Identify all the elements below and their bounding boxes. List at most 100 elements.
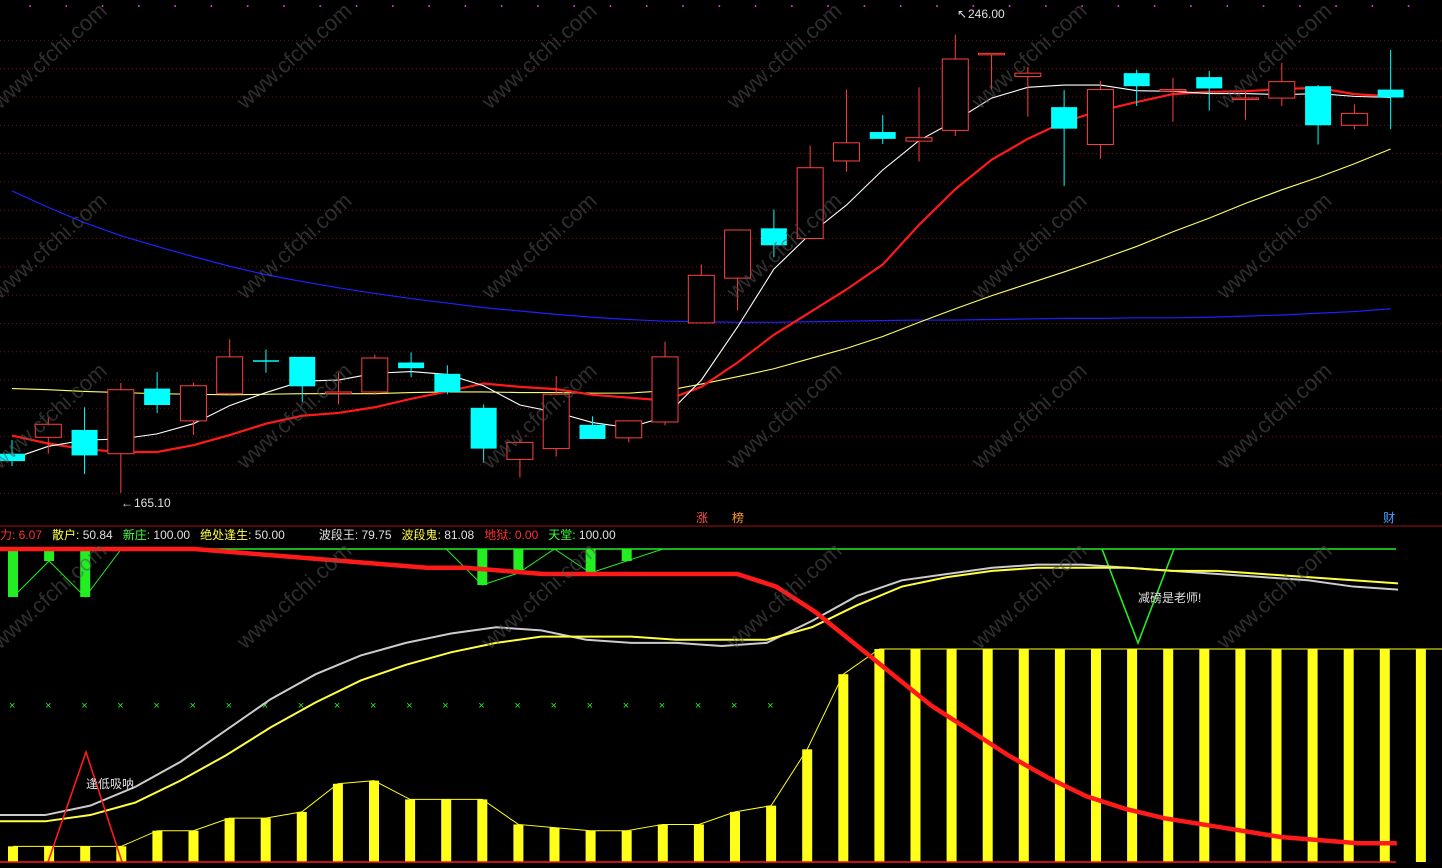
main-gridlines: [0, 5, 1442, 494]
watermark-layer: www.cfchi.com www.cfchi.com www.cfchi.com w…: [0, 0, 1336, 654]
candle-body-up: [941, 58, 969, 131]
candle-body-up: [216, 356, 244, 395]
indicator-label: 天堂:: [548, 528, 579, 542]
watermark-text: www.cfchi.com: [476, 188, 602, 305]
candle-body-up: [107, 389, 135, 455]
top-dot: [391, 5, 394, 7]
indicator-value: 100.00: [153, 528, 190, 542]
indicator-label: 力:: [0, 528, 19, 542]
low-price-label: 165.10: [134, 496, 171, 510]
top-dot: [210, 5, 213, 7]
candle-body-up: [978, 52, 1006, 56]
candle-body-up: [1086, 89, 1114, 146]
sanhu-bar: [405, 799, 416, 862]
candle-body-down: [869, 132, 896, 139]
xinzhuang-bar: [513, 549, 524, 573]
candle-body-down: [1051, 107, 1078, 129]
top-dot: [174, 5, 177, 7]
candle-body-up: [1268, 81, 1296, 99]
top-dot: [1371, 5, 1374, 7]
indicator-value: 0.00: [515, 528, 539, 542]
sanhu-bar: [657, 824, 668, 862]
top-dot: [1189, 5, 1192, 7]
top-dot: [1153, 5, 1156, 7]
indicator-label: 绝处逢生:: [200, 527, 255, 542]
top-dot: [65, 5, 68, 7]
watermark-text: www.cfchi.com: [721, 358, 847, 475]
candle-body-up: [1159, 89, 1187, 92]
candle-body-up: [687, 274, 715, 324]
watermark-text: www.cfchi.com: [966, 188, 1092, 305]
marker-cai: 财: [1383, 511, 1395, 525]
top-dot: [355, 5, 358, 7]
cross-marker: ×: [9, 700, 15, 712]
marker-bang: 榜: [732, 510, 744, 525]
top-dot: [899, 5, 902, 7]
watermark-text: www.cfchi.com: [476, 0, 602, 114]
sanhu-bar: [1091, 649, 1101, 862]
top-dot: [282, 5, 285, 7]
top-dot: [1335, 5, 1338, 7]
indicator-value: 50.00: [255, 528, 285, 542]
indicator-label: 地狱:: [484, 528, 515, 542]
top-dot: [609, 5, 612, 7]
candle-body-down: [398, 362, 425, 369]
sanhu-bar: [224, 818, 235, 862]
xinzhuang-bar: [621, 549, 632, 561]
cross-marker: ×: [45, 700, 51, 712]
top-dot: [754, 5, 757, 7]
top-dot: [936, 5, 938, 7]
cross-marker: ×: [551, 700, 557, 712]
candle-body-down: [434, 373, 461, 392]
cross-marker: ×: [478, 700, 484, 712]
cross-marker: ×: [406, 700, 412, 712]
watermark-text: www.cfchi.com: [966, 538, 1092, 655]
top-dot: [863, 5, 866, 7]
stock-chart: 246.00 ↖ 165.10 ← 涨 榜 财 力: 6.07 散户: 50.84…: [0, 0, 1442, 863]
candlestick-series: [0, 34, 1404, 493]
indicator-value: 81.08: [444, 528, 474, 542]
watermark-text: www.cfchi.com: [231, 0, 357, 114]
indicator-value: 6.07: [19, 528, 43, 542]
sanhu-bar: [369, 780, 379, 862]
top-dot: [500, 5, 503, 7]
sanhu-bar: [910, 649, 921, 862]
sanhu-bar: [1379, 649, 1390, 862]
watermark-text: www.cfchi.com: [966, 358, 1092, 475]
watermark-text: www.cfchi.com: [1211, 188, 1337, 305]
top-dot: [1262, 5, 1265, 7]
sanhu-bar: [332, 783, 343, 862]
sanhu-bar: [513, 824, 524, 862]
cross-marker: ×: [514, 700, 520, 712]
cross-marker: ×: [442, 700, 448, 712]
bdg-line: [0, 566, 1399, 823]
sanhu-bar: [802, 749, 813, 862]
candle-body-down: [1305, 86, 1332, 126]
top-dot: [790, 5, 793, 7]
cross-marker: ×: [117, 700, 123, 712]
top-dot: [319, 5, 322, 7]
reduce-annotation: 减磅是老师!: [1138, 590, 1201, 605]
candle-body-up: [361, 357, 389, 393]
cross-marker: ×: [153, 700, 159, 712]
top-dot: [1298, 5, 1301, 7]
candle-body-down: [252, 360, 279, 362]
candle-body-down: [144, 388, 171, 406]
high-price-label: 246.00: [968, 7, 1005, 21]
top-dot: [29, 5, 31, 7]
sanhu-bar: [982, 649, 993, 862]
sanhu-bar: [1054, 649, 1065, 862]
top-dot: [428, 5, 431, 7]
low-price-arrow: ←: [121, 496, 133, 510]
candle-body-up: [1340, 112, 1368, 126]
watermark-text: www.cfchi.com: [231, 188, 357, 305]
cross-marker: ×: [334, 700, 340, 712]
sanhu-bar: [296, 811, 307, 862]
indicator-value: 79.75: [361, 528, 391, 542]
sanhu-bar: [549, 827, 560, 862]
watermark-text: www.cfchi.com: [1211, 538, 1337, 655]
cross-marker: ×: [370, 700, 376, 712]
candle-body-down: [71, 429, 98, 456]
sanhu-bar: [1415, 649, 1426, 862]
indicator-label: 散户:: [52, 527, 83, 542]
